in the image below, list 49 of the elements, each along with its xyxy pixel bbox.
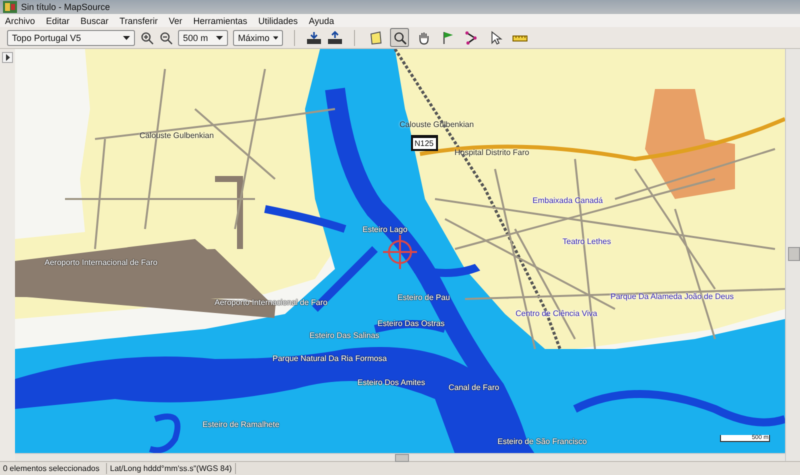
map-label: Hospital Distrito Faro	[454, 149, 530, 157]
map-label: Esteiro Das Ostras	[378, 320, 445, 328]
map-label: Parque Da Alameda João de Deus	[610, 293, 734, 301]
map-label: Calouste Gulbenkian	[140, 132, 214, 140]
vertical-scrollbar[interactable]	[784, 49, 800, 461]
map-label: Centro de Ciência Viva	[516, 310, 598, 318]
tool-button[interactable]	[390, 28, 409, 47]
map-drawing[interactable]	[14, 49, 784, 454]
route-icon	[464, 30, 478, 44]
flag-icon	[440, 30, 454, 44]
pointer-icon	[488, 30, 502, 44]
map-label: Esteiro Das Salinas	[310, 332, 380, 340]
zoom-scale-dropdown[interactable]: 500 m	[178, 30, 228, 46]
map-product-dropdown[interactable]: Topo Portugal V5	[7, 30, 135, 46]
menu-item[interactable]: Buscar	[80, 16, 109, 26]
map-label: Aeroporto Internacional de Faro	[44, 259, 158, 267]
hand-icon	[416, 30, 430, 44]
menu-item[interactable]: Ver	[168, 16, 182, 26]
window-title: Sin título - MapSource	[21, 2, 110, 12]
zoom-in-icon[interactable]	[140, 30, 154, 44]
receive-from-device-icon[interactable]	[306, 30, 322, 44]
map-label: Embaixada Canadá	[532, 197, 603, 205]
caret-icon	[123, 36, 130, 40]
status-position-format: Lat/Long hddd°mm'ss.s"(WGS 84)	[107, 463, 236, 474]
send-to-device-icon[interactable]	[327, 30, 343, 44]
status-selection: 0 elementos seleccionados	[0, 463, 107, 474]
map-label: Esteiro Lago	[362, 226, 408, 234]
menu-item[interactable]: Editar	[46, 16, 70, 26]
horizontal-scrollbar[interactable]	[14, 453, 784, 461]
map-label: Canal de Faro	[448, 384, 500, 392]
menu-item[interactable]: Transferir	[120, 16, 158, 26]
menu-item[interactable]: Utilidades	[258, 16, 298, 26]
detail-dropdown[interactable]: Máximo	[233, 30, 283, 46]
caret-icon	[216, 36, 223, 40]
caret-icon	[272, 36, 278, 40]
road-shield: N125	[410, 135, 438, 151]
menu-item[interactable]: Ayuda	[308, 16, 334, 26]
map-label: Esteiro Dos Amites	[358, 379, 426, 387]
zoom-out-icon[interactable]	[159, 30, 173, 44]
map-label: Parque Natural Da Ria Formosa	[272, 355, 387, 363]
map-sheet-icon	[368, 30, 382, 44]
menu-item[interactable]: Archivo	[5, 16, 36, 26]
map-icon	[3, 1, 17, 13]
map-label: Esteiro de São Francisco	[498, 438, 587, 446]
map-label: Esteiro de Ramalhete	[202, 421, 280, 429]
magnifier-icon	[392, 30, 406, 44]
map-label: Teatro Lethes	[562, 238, 611, 246]
map-label: Esteiro de Pau	[398, 294, 450, 302]
menu-item[interactable]: Herramientas	[193, 16, 248, 26]
